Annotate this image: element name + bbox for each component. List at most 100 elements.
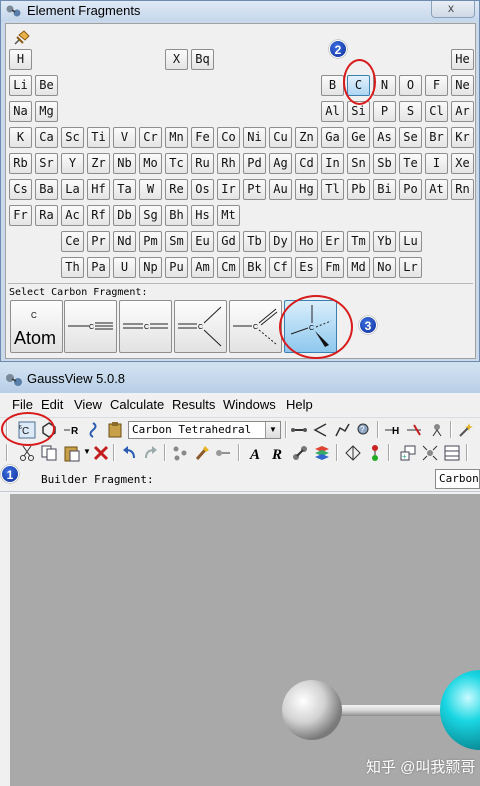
- menu-windows[interactable]: Windows: [223, 397, 276, 412]
- element-nb-button[interactable]: Nb: [113, 153, 136, 174]
- element-ga-button[interactable]: Ga: [321, 127, 344, 148]
- element-pm-button[interactable]: Pm: [139, 231, 162, 252]
- chevron-down-icon[interactable]: ▼: [83, 447, 91, 456]
- element-ba-button[interactable]: Ba: [35, 179, 58, 200]
- element-cu-button[interactable]: Cu: [269, 127, 292, 148]
- r-group-fragment-icon[interactable]: R: [62, 421, 80, 439]
- element-pd-button[interactable]: Pd: [243, 153, 266, 174]
- element-ta-button[interactable]: Ta: [113, 179, 136, 200]
- element-f-button[interactable]: F: [425, 75, 448, 96]
- element-ni-button[interactable]: Ni: [243, 127, 266, 148]
- element-dy-button[interactable]: Dy: [269, 231, 292, 252]
- element-pa-button[interactable]: Pa: [87, 257, 110, 278]
- element-fe-button[interactable]: Fe: [191, 127, 214, 148]
- element-mt-button[interactable]: Mt: [217, 205, 240, 226]
- element-y-button[interactable]: Y: [61, 153, 84, 174]
- element-nd-button[interactable]: Nd: [113, 231, 136, 252]
- element-zn-button[interactable]: Zn: [295, 127, 318, 148]
- element-w-button[interactable]: W: [139, 179, 162, 200]
- element-ac-button[interactable]: Ac: [61, 205, 84, 226]
- element-ho-button[interactable]: Ho: [295, 231, 318, 252]
- element-te-button[interactable]: Te: [399, 153, 422, 174]
- element-p-button[interactable]: P: [373, 101, 396, 122]
- pin-icon[interactable]: [12, 30, 30, 46]
- element-pb-button[interactable]: Pb: [347, 179, 370, 200]
- element-tb-button[interactable]: Tb: [243, 231, 266, 252]
- menu-calculate[interactable]: Calculate: [110, 397, 164, 412]
- delete-atom-icon[interactable]: [405, 421, 423, 439]
- add-valence-icon[interactable]: H: [383, 421, 401, 439]
- element-cf-button[interactable]: Cf: [269, 257, 292, 278]
- element-be-button[interactable]: Be: [35, 75, 58, 96]
- element-po-button[interactable]: Po: [399, 179, 422, 200]
- element-b-button[interactable]: B: [321, 75, 344, 96]
- element-mo-button[interactable]: Mo: [139, 153, 162, 174]
- element-k-button[interactable]: K: [9, 127, 32, 148]
- element-md-button[interactable]: Md: [347, 257, 370, 278]
- gaussview-titlebar[interactable]: GaussView 5.0.8: [0, 367, 480, 393]
- symmetrize-icon[interactable]: [428, 421, 446, 439]
- element-bq-button[interactable]: Bq: [191, 49, 214, 70]
- element-au-button[interactable]: Au: [269, 179, 292, 200]
- element-cl-button[interactable]: Cl: [425, 101, 448, 122]
- element-ar-button[interactable]: Ar: [451, 101, 474, 122]
- element-ti-button[interactable]: Ti: [87, 127, 110, 148]
- undo-icon[interactable]: [120, 444, 138, 462]
- element-zr-button[interactable]: Zr: [87, 153, 110, 174]
- element-cr-button[interactable]: Cr: [139, 127, 162, 148]
- element-li-button[interactable]: Li: [9, 75, 32, 96]
- custom-fragment-icon[interactable]: [106, 421, 124, 439]
- element-ru-button[interactable]: Ru: [191, 153, 214, 174]
- element-hf-button[interactable]: Hf: [87, 179, 110, 200]
- element-sg-button[interactable]: Sg: [139, 205, 162, 226]
- new-window-icon[interactable]: +: [399, 444, 417, 462]
- element-s-button[interactable]: S: [399, 101, 422, 122]
- element-tl-button[interactable]: Tl: [321, 179, 344, 200]
- element-tc-button[interactable]: Tc: [165, 153, 188, 174]
- symmetry-icon[interactable]: [344, 444, 362, 462]
- menu-results[interactable]: Results: [172, 397, 215, 412]
- element-db-button[interactable]: Db: [113, 205, 136, 226]
- element-xe-button[interactable]: Xe: [451, 153, 474, 174]
- element-br-button[interactable]: Br: [425, 127, 448, 148]
- element-rf-button[interactable]: Rf: [87, 205, 110, 226]
- element-lu-button[interactable]: Lu: [399, 231, 422, 252]
- menu-view[interactable]: View: [74, 397, 102, 412]
- element-na-button[interactable]: Na: [9, 101, 32, 122]
- menu-edit[interactable]: Edit: [41, 397, 63, 412]
- copy-icon[interactable]: [40, 444, 58, 462]
- element-yb-button[interactable]: Yb: [373, 231, 396, 252]
- modify-bond-icon[interactable]: [290, 421, 308, 439]
- element-pr-button[interactable]: Pr: [87, 231, 110, 252]
- element-ra-button[interactable]: Ra: [35, 205, 58, 226]
- element-np-button[interactable]: Np: [139, 257, 162, 278]
- carbon-atom[interactable]: [440, 670, 480, 750]
- paste-icon[interactable]: [63, 444, 81, 462]
- element-tm-button[interactable]: Tm: [347, 231, 370, 252]
- modify-dihedral-icon[interactable]: [333, 421, 351, 439]
- element-ca-button[interactable]: Ca: [35, 127, 58, 148]
- element-ce-button[interactable]: Ce: [61, 231, 84, 252]
- element-ag-button[interactable]: Ag: [269, 153, 292, 174]
- chevron-down-icon[interactable]: ▼: [265, 422, 280, 438]
- element-eu-button[interactable]: Eu: [191, 231, 214, 252]
- element-hg-button[interactable]: Hg: [295, 179, 318, 200]
- element-ge-button[interactable]: Ge: [347, 127, 370, 148]
- element-pu-button[interactable]: Pu: [165, 257, 188, 278]
- layers-icon[interactable]: [313, 444, 331, 462]
- atom-labels-icon[interactable]: A: [247, 444, 265, 462]
- clean-icon[interactable]: [457, 421, 475, 439]
- brush-icon[interactable]: [193, 444, 211, 462]
- element-sr-button[interactable]: Sr: [35, 153, 58, 174]
- element-sb-button[interactable]: Sb: [373, 153, 396, 174]
- element-os-button[interactable]: Os: [191, 179, 214, 200]
- element-rb-button[interactable]: Rb: [9, 153, 32, 174]
- element-cm-button[interactable]: Cm: [217, 257, 240, 278]
- biological-fragment-icon[interactable]: [86, 421, 104, 439]
- element-lr-button[interactable]: Lr: [399, 257, 422, 278]
- element-gd-button[interactable]: Gd: [217, 231, 240, 252]
- element-i-button[interactable]: I: [425, 153, 448, 174]
- hydrogen-atom[interactable]: [282, 680, 342, 740]
- element-th-button[interactable]: Th: [61, 257, 84, 278]
- element-cs-button[interactable]: Cs: [9, 179, 32, 200]
